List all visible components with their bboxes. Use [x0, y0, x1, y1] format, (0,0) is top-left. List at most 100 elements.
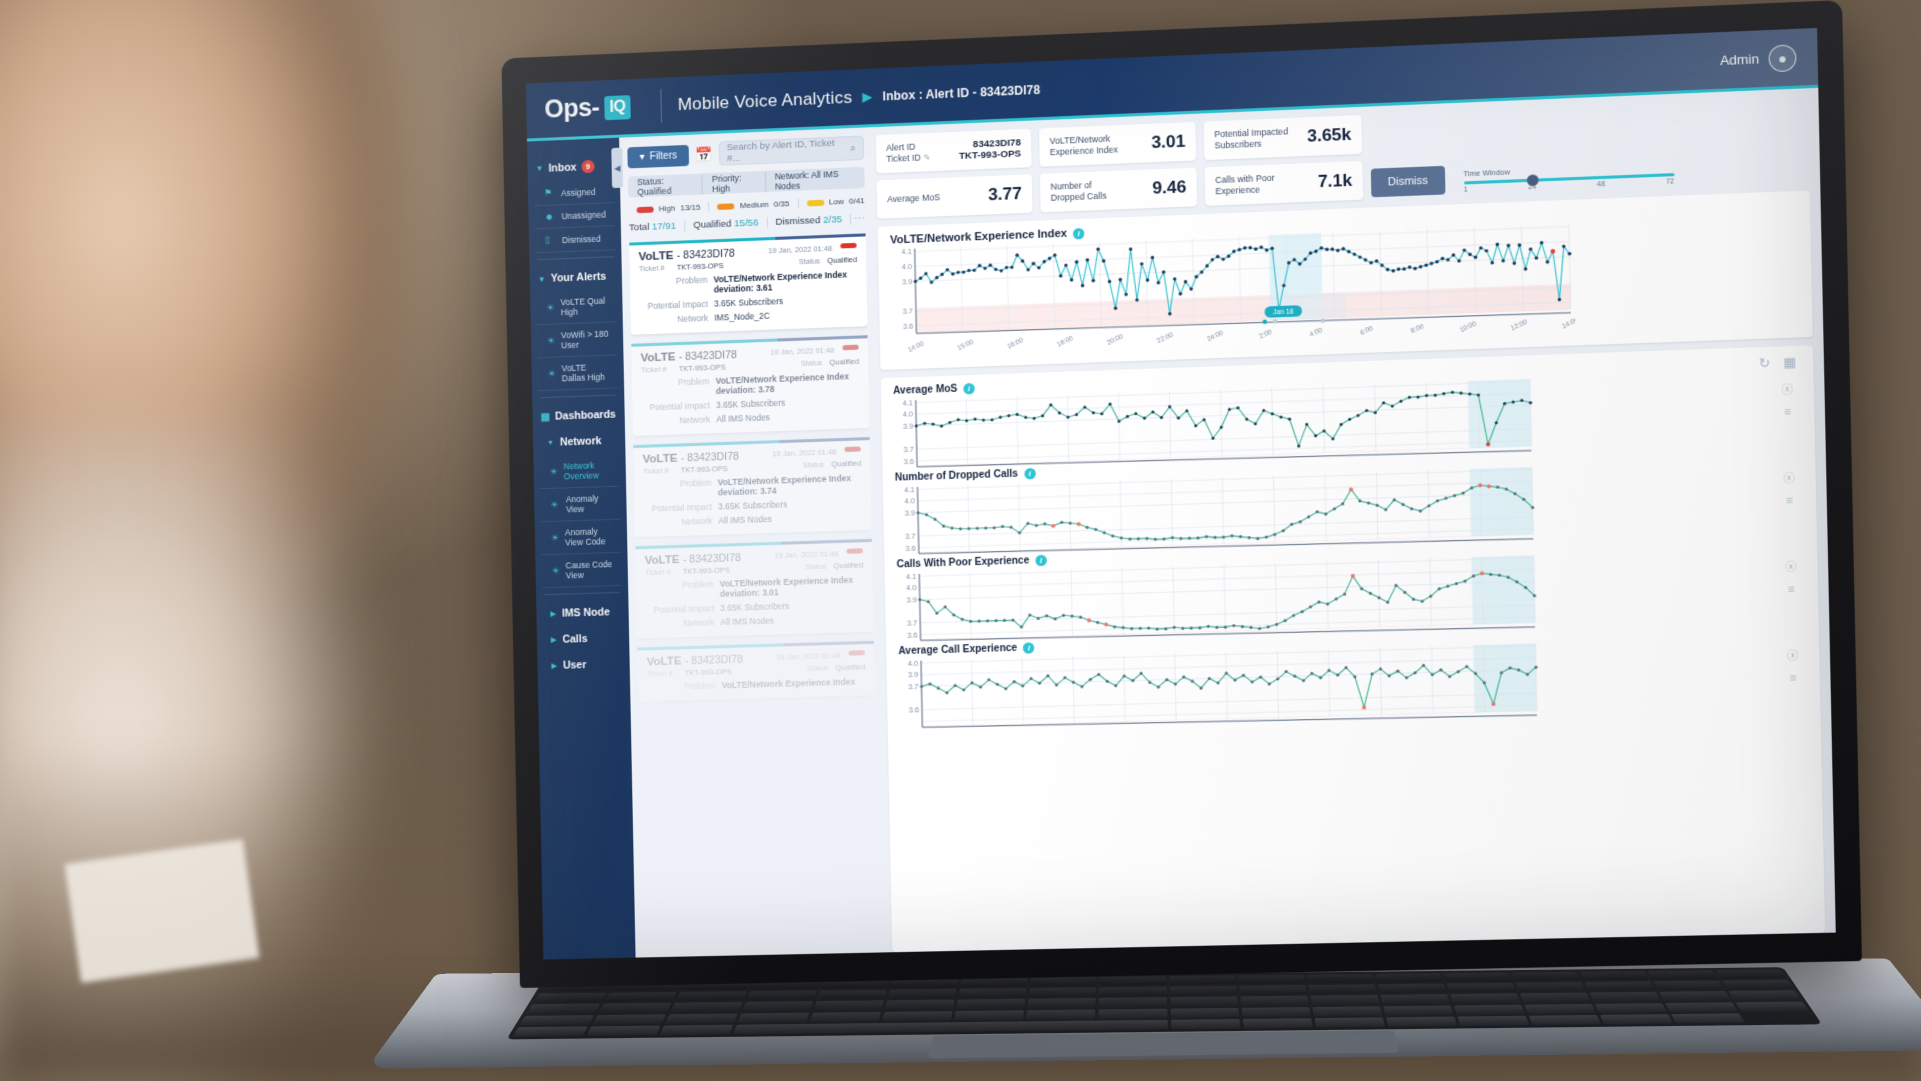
sidebar-item-volte-dallas-high[interactable]: ☀ VoLTE Dallas High	[537, 355, 619, 392]
total-qualified[interactable]: Qualified 15/56	[685, 217, 768, 232]
ticket-value: TKT-993-OPS	[678, 362, 726, 374]
more-options-icon[interactable]: ⋯	[854, 212, 865, 226]
sidebar-item-dismissed[interactable]: ▯ Dismissed	[534, 226, 616, 254]
sidebar-item-vowifi-180-user[interactable]: ☀ VoWifi > 180 User	[536, 322, 618, 359]
sidebar-group-dashboards[interactable]: ▦ Dashboards	[532, 401, 625, 430]
svg-text:6:00: 6:00	[1359, 325, 1375, 337]
alert-card[interactable]: VoLTE - 83423DI78 Ticket # TKT-993-OPS 1…	[637, 640, 875, 702]
menu-icon[interactable]: ≡	[1788, 583, 1795, 596]
sidebar-group-user[interactable]: ▶ User	[537, 651, 630, 680]
close-icon[interactable]: ⓧ	[1785, 559, 1797, 576]
breadcrumb[interactable]: Inbox : Alert ID - 83423DI78	[883, 82, 1041, 103]
status-value: Qualified	[833, 560, 864, 571]
filters-button[interactable]: ▾ Filters	[627, 144, 690, 168]
close-icon[interactable]: ⓧ	[1781, 381, 1793, 398]
sidebar-item-volte-qual-high[interactable]: ☀ VoLTE Qual High	[536, 289, 617, 326]
status-value: Qualified	[827, 254, 857, 266]
svg-text:18:00: 18:00	[1056, 335, 1075, 349]
sidebar-item-network-overview[interactable]: ☀ Network Overview	[539, 453, 621, 490]
chip-status[interactable]: Status: Qualified	[627, 173, 704, 197]
total-all[interactable]: Total 17/91	[628, 220, 686, 234]
search-input[interactable]: Search by Alert ID, Ticket #... ⌕	[718, 135, 865, 166]
mini-chart-tools: ⓧ ≡	[1776, 531, 1805, 596]
dismiss-button[interactable]: Dismiss	[1370, 165, 1445, 198]
header-user-area[interactable]: Admin ●	[1720, 43, 1797, 74]
sidebar-item-assigned[interactable]: ⚑ Assigned	[533, 179, 615, 207]
kpi-poor-experience[interactable]: Calls with Poor Experience 7.1k	[1204, 160, 1364, 206]
severity-indicator	[846, 548, 863, 554]
svg-text:14:00: 14:00	[907, 340, 926, 354]
network-value: IMS_Node_2C	[714, 310, 770, 323]
avatar-icon[interactable]: ●	[1768, 43, 1797, 72]
total-dismissed[interactable]: Dismissed 2/35	[767, 213, 852, 229]
svg-text:3.9: 3.9	[905, 508, 915, 517]
alert-card[interactable]: VoLTE - 83423DI78 Ticket # TKT-993-OPS 1…	[633, 437, 872, 538]
impact-label: Potential Impact	[647, 298, 709, 312]
poor-value: 7.1k	[1317, 170, 1353, 192]
info-icon[interactable]: i	[1035, 554, 1047, 567]
sidebar-group-ims-node[interactable]: ▶ IMS Node	[536, 599, 629, 628]
sidebar-group-network[interactable]: ▼ Network	[533, 427, 626, 456]
info-icon[interactable]: i	[1073, 227, 1085, 239]
kpi-alert-ticket-id[interactable]: Alert ID Ticket ID ✎ 83423DI78 TKT-993-OP…	[875, 128, 1032, 174]
problem-value: VoLTE/Network Experience Index deviation…	[715, 371, 850, 397]
info-icon[interactable]: i	[963, 382, 975, 395]
card-date: 19 Jan, 2022 01:48	[770, 344, 859, 357]
card-status: Status Qualified	[770, 357, 859, 369]
card-date: 19 Jan, 2022 01:48	[768, 242, 857, 255]
problem-label: Problem	[684, 680, 716, 692]
ticket-label: Ticket #	[638, 263, 665, 274]
menu-icon[interactable]: ≡	[1790, 672, 1797, 685]
status-label: Status	[798, 256, 821, 267]
card-date: 19 Jan, 2022 01:48	[776, 650, 865, 662]
severity-medium[interactable]: Medium 0/35	[709, 198, 799, 212]
severity-indicator	[844, 446, 861, 453]
flag-icon: ⚑	[543, 187, 553, 198]
sidebar-item-anomaly-view-code[interactable]: ☀ Anomaly View Code	[540, 519, 622, 556]
alert-list-column: ◀ ▾ Filters 📅 Search by Alert ID, Ticket…	[611, 127, 887, 958]
chip-network[interactable]: Network: All IMS Nodes	[766, 167, 865, 191]
collapse-panel-handle[interactable]: ◀	[611, 147, 624, 189]
card-progress-bar	[635, 538, 872, 550]
index-value: 3.01	[1151, 131, 1186, 153]
alert-card[interactable]: VoLTE - 83423DI78 Ticket # TKT-993-OPS 1…	[631, 335, 870, 437]
sidebar-item-cause-code-view[interactable]: ☀ Cause Code View	[541, 552, 623, 589]
sidebar-group-inbox[interactable]: ▼ Inbox 9	[527, 152, 620, 183]
severity-low[interactable]: Low 0/41	[798, 196, 872, 208]
total-value: 15/56	[734, 217, 759, 230]
refresh-icon[interactable]: ↻	[1759, 355, 1771, 372]
ticket-id-value: TKT-993-OPS	[958, 148, 1022, 162]
close-icon[interactable]: ⓧ	[1787, 647, 1799, 664]
info-icon[interactable]: i	[1023, 642, 1035, 654]
close-icon[interactable]: ⓧ	[1783, 470, 1795, 487]
severity-pill-high	[636, 206, 654, 213]
edit-pencil-icon[interactable]: ✎	[924, 153, 931, 162]
slider-handle[interactable]	[1526, 173, 1539, 186]
kpi-impacted-subscribers[interactable]: Potential Impacted Subscribers 3.65k	[1203, 114, 1363, 161]
chevron-down-icon: ▼	[537, 274, 546, 284]
svg-text:4.0: 4.0	[904, 496, 914, 505]
alert-card[interactable]: VoLTE - 83423DI78 Ticket # TKT-993-OPS 1…	[629, 233, 868, 335]
sidebar-item-anomaly-view[interactable]: ☀ Anomaly View	[539, 486, 621, 523]
kpi-experience-index[interactable]: VoLTE/Network Experience Index 3.01	[1039, 121, 1197, 167]
alert-card[interactable]: VoLTE - 83423DI78 Ticket # TKT-993-OPS 1…	[635, 538, 874, 639]
sidebar-item-unassigned[interactable]: ☻ Unassigned	[534, 203, 615, 230]
table-view-icon[interactable]: ▦	[1783, 354, 1796, 371]
severity-count: 0/35	[773, 199, 790, 209]
menu-icon[interactable]: ≡	[1784, 406, 1791, 419]
chip-priority[interactable]: Priority: High	[702, 171, 766, 194]
sidebar-group-your-alerts[interactable]: ▼ Your Alerts	[530, 263, 623, 293]
info-icon[interactable]: i	[1023, 467, 1036, 480]
sidebar-group-calls[interactable]: ▶ Calls	[537, 625, 630, 654]
svg-text:4.1: 4.1	[906, 572, 916, 581]
calendar-icon[interactable]: 📅	[695, 145, 713, 163]
menu-icon[interactable]: ≡	[1786, 495, 1793, 508]
svg-text:3.9: 3.9	[906, 595, 916, 604]
network-value: All IMS Nodes	[716, 412, 771, 425]
alert-card-list[interactable]: VoLTE - 83423DI78 Ticket # TKT-993-OPS 1…	[629, 233, 877, 804]
time-window-slider[interactable]: Time Window 1 24 48 72	[1463, 161, 1674, 193]
severity-high[interactable]: High 13/15	[628, 202, 710, 215]
kpi-dropped-calls[interactable]: Number of Dropped Calls 9.46	[1039, 167, 1198, 213]
logo[interactable]: Ops- IQ	[544, 92, 645, 125]
kpi-average-mos[interactable]: Average MoS 3.77	[876, 174, 1033, 219]
